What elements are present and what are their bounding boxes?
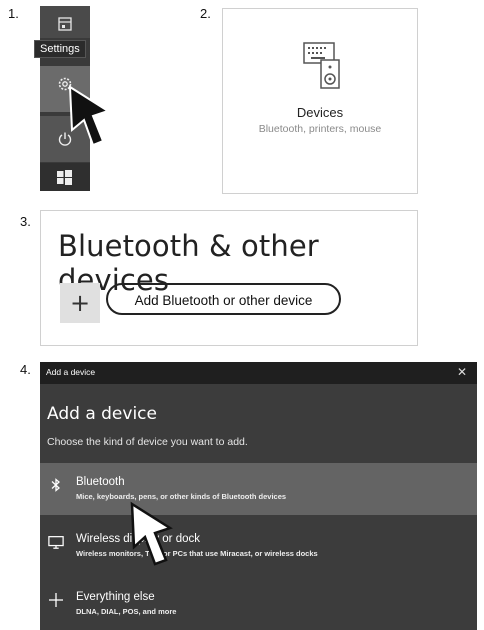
plus-icon (49, 593, 63, 607)
mouse-cursor-icon (130, 501, 173, 566)
settings-tooltip: Settings (34, 40, 86, 58)
option-wireless-display-description: Wireless monitors, TVs, or PCs that use … (76, 549, 318, 558)
monitor-icon (48, 536, 64, 549)
option-bluetooth-description: Mice, keyboards, pens, or other kinds of… (76, 492, 287, 501)
option-bluetooth[interactable]: Bluetooth Mice, keyboards, pens, or othe… (40, 463, 477, 515)
close-icon[interactable]: ✕ (457, 365, 467, 379)
step-number-4: 4. (20, 362, 31, 377)
start-button[interactable] (40, 163, 90, 191)
windows-logo-icon (57, 170, 72, 185)
dialog-prompt: Choose the kind of device you want to ad… (47, 436, 248, 448)
devices-tile[interactable]: Devices Bluetooth, printers, mouse (222, 8, 418, 194)
devices-icon (303, 42, 340, 89)
step-number-2: 2. (200, 6, 211, 21)
option-everything-else-title: Everything else (76, 591, 155, 603)
step-number-1: 1. (8, 6, 19, 21)
step-number-3: 3. (20, 214, 31, 229)
dialog-titlebar: Add a device ✕ (40, 362, 477, 384)
document-icon (58, 17, 72, 31)
devices-tile-title: Devices (296, 105, 344, 120)
add-bluetooth-device-button[interactable]: Add Bluetooth or other device (106, 283, 341, 315)
option-wireless-display[interactable]: Wireless display or dock Wireless monito… (40, 520, 477, 572)
add-device-plus-icon[interactable]: + (60, 283, 100, 323)
add-device-dialog: Add a device ✕ Add a device Choose the k… (40, 362, 477, 630)
devices-tile-subtitle: Bluetooth, printers, mouse (258, 123, 382, 135)
mouse-cursor-icon (68, 85, 111, 147)
bluetooth-icon (51, 478, 60, 492)
option-everything-else[interactable]: Everything else DLNA, DIAL, POS, and mor… (40, 578, 477, 630)
option-bluetooth-title: Bluetooth (76, 476, 125, 488)
dialog-heading: Add a device (47, 404, 157, 424)
bluetooth-settings-panel: Bluetooth & other devices + Add Bluetoot… (40, 210, 418, 346)
option-everything-else-description: DLNA, DIAL, POS, and more (76, 607, 177, 616)
dialog-titlebar-text: Add a device (46, 367, 96, 377)
documents-button[interactable] (40, 6, 90, 38)
